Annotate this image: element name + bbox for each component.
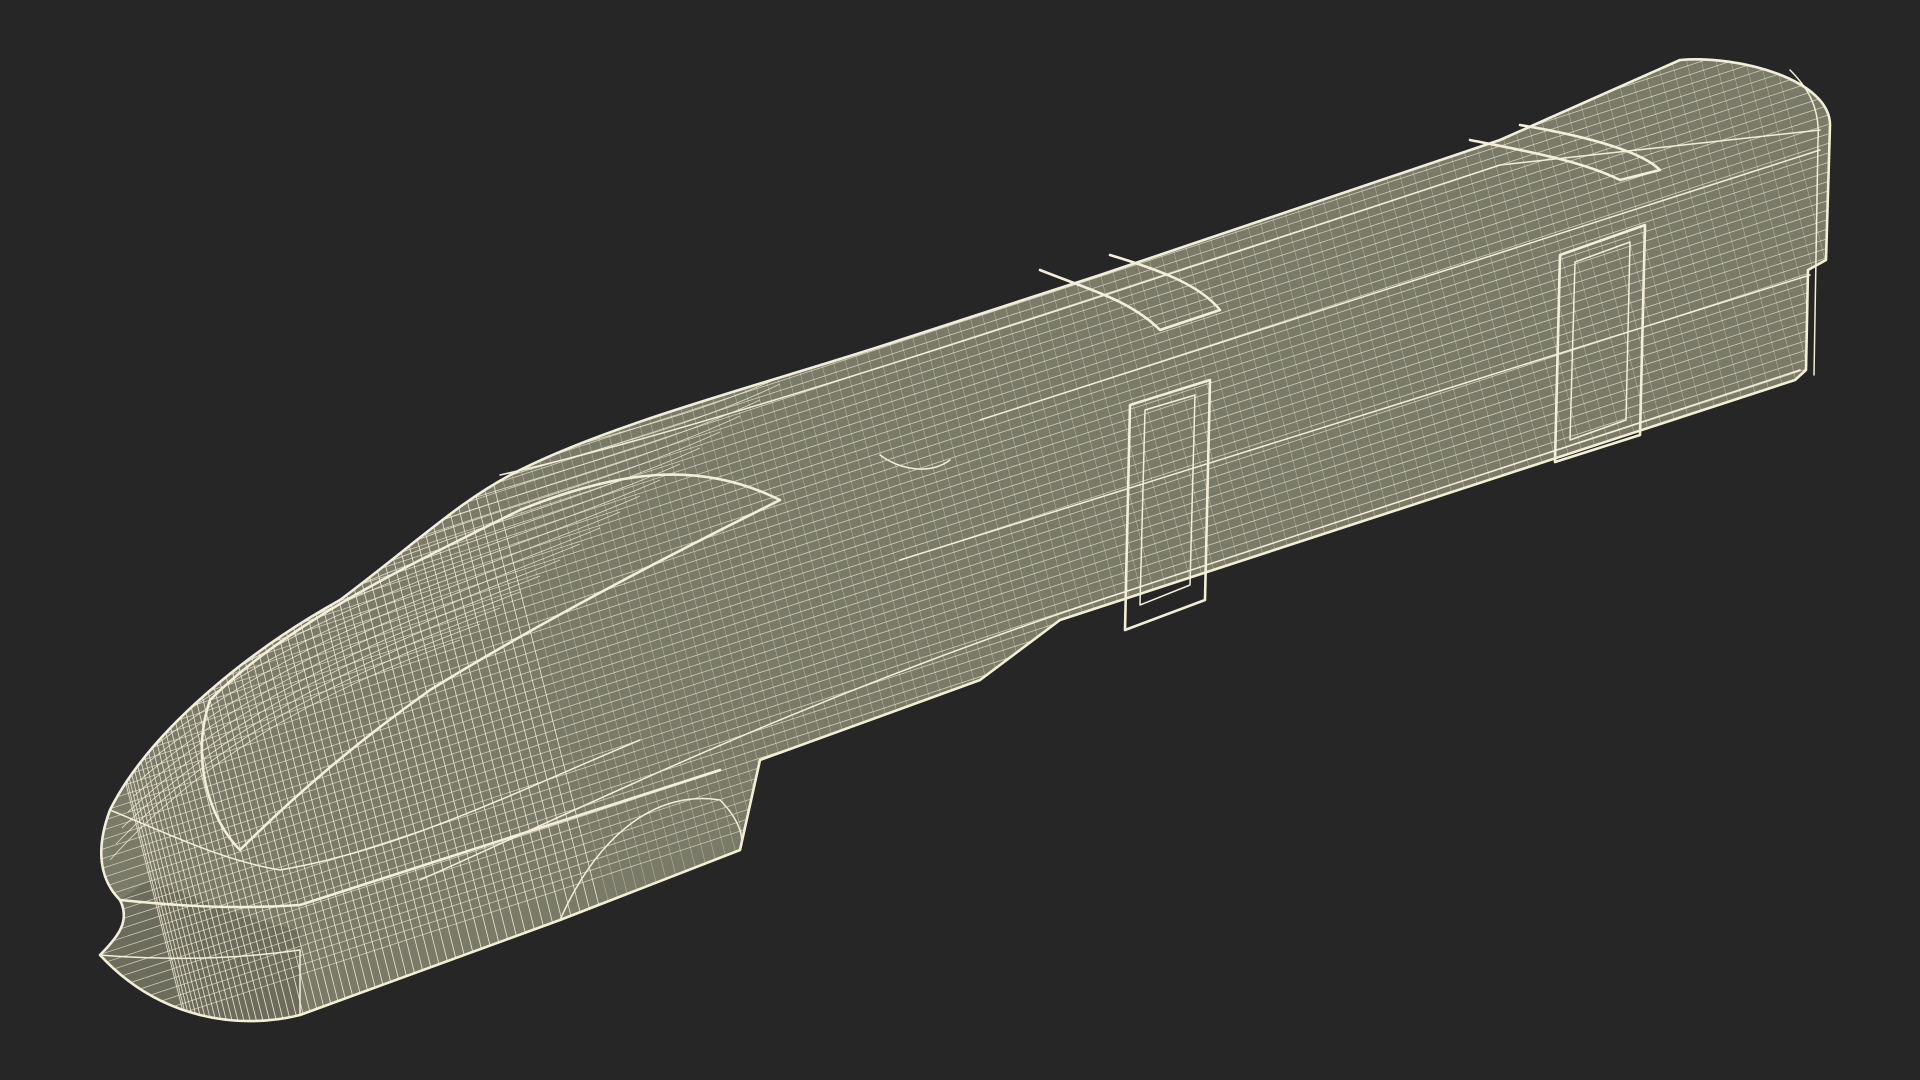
3d-viewport[interactable] bbox=[0, 0, 1920, 1080]
mesh-line bbox=[100, 228, 1829, 794]
train-wireframe-model bbox=[98, 58, 1832, 1023]
mesh-line bbox=[100, 219, 1829, 784]
